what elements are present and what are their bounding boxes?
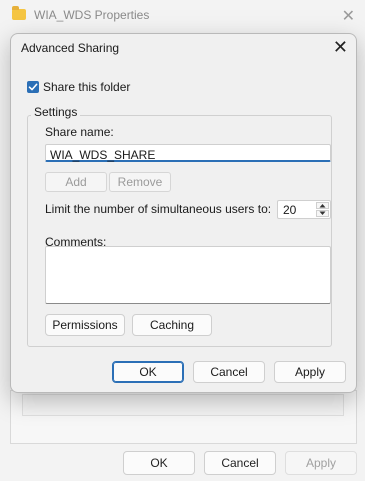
settings-group-label: Settings xyxy=(31,105,81,119)
stepper-arrows xyxy=(316,202,329,217)
folder-icon xyxy=(12,6,26,20)
add-button: Add xyxy=(45,172,107,192)
user-limit-stepper[interactable]: 20 xyxy=(277,200,331,219)
permissions-button[interactable]: Permissions xyxy=(45,314,125,336)
cancel-button[interactable]: Cancel xyxy=(193,361,265,383)
limit-users-label: Limit the number of simultaneous users t… xyxy=(45,202,272,216)
share-name-field[interactable]: WIA_WDS_SHARE xyxy=(45,144,331,162)
caching-button[interactable]: Caching xyxy=(132,314,212,336)
checkmark-icon xyxy=(28,83,38,91)
stepper-up-button[interactable] xyxy=(316,202,329,209)
close-icon[interactable]: ✕ xyxy=(333,37,348,58)
background-window-title: WIA_WDS Properties xyxy=(34,8,150,22)
dialog-title: Advanced Sharing xyxy=(21,41,120,55)
background-apply-button: Apply xyxy=(285,451,357,475)
chevron-down-icon xyxy=(319,211,326,215)
background-close-icon[interactable]: ✕ xyxy=(342,6,355,26)
share-folder-label: Share this folder xyxy=(43,80,131,94)
background-titlebar: WIA_WDS Properties ✕ xyxy=(0,0,365,32)
share-folder-checkbox[interactable] xyxy=(27,81,39,93)
ok-button[interactable]: OK xyxy=(112,361,184,383)
remove-button: Remove xyxy=(109,172,171,192)
apply-button[interactable]: Apply xyxy=(274,361,346,383)
background-inner-panel xyxy=(22,394,344,416)
background-ok-button[interactable]: OK xyxy=(123,451,195,475)
chevron-up-icon xyxy=(319,204,326,208)
share-folder-row[interactable]: Share this folder xyxy=(27,80,130,94)
user-limit-value[interactable]: 20 xyxy=(283,203,296,217)
comments-field[interactable] xyxy=(45,246,331,304)
background-cancel-button[interactable]: Cancel xyxy=(204,451,276,475)
share-name-label: Share name: xyxy=(45,125,114,139)
stepper-down-button[interactable] xyxy=(316,210,329,217)
advanced-sharing-dialog: Advanced Sharing ✕ Share this folder Set… xyxy=(10,33,357,393)
